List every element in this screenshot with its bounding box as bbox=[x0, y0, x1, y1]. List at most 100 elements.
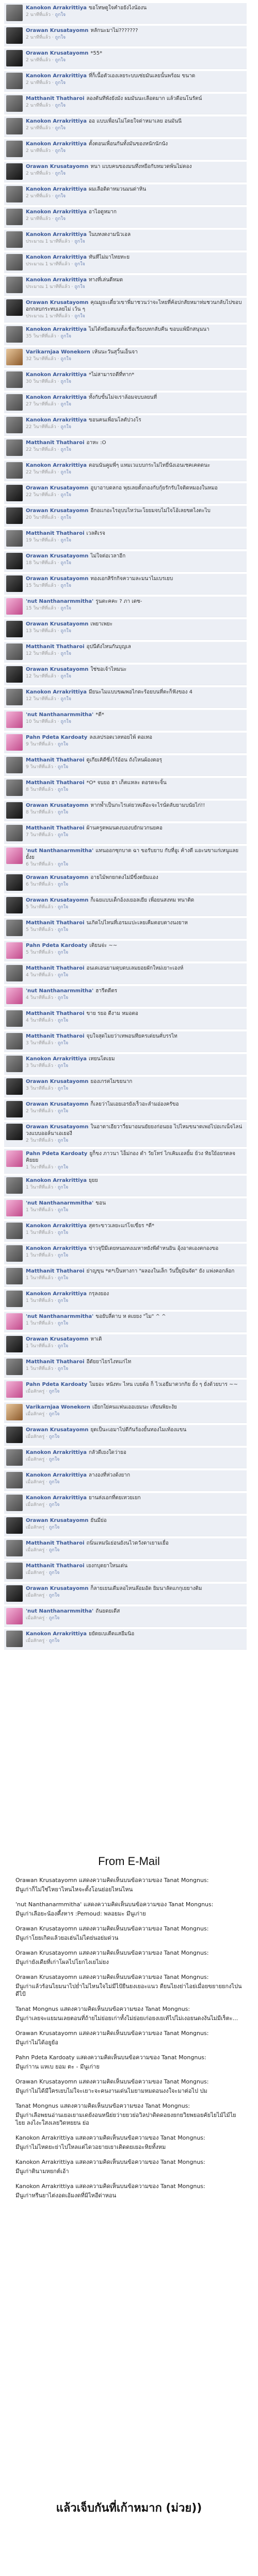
like-link[interactable]: ถูกใจ bbox=[58, 1208, 69, 1213]
like-link[interactable]: ถูกใจ bbox=[60, 493, 71, 498]
comment-author-link[interactable]: Kanokon Arrakrittiya bbox=[26, 1450, 87, 1455]
avatar[interactable] bbox=[6, 299, 23, 316]
avatar[interactable] bbox=[6, 530, 23, 547]
comment-author-link[interactable]: Kanokon Arrakrittiya bbox=[26, 395, 87, 400]
comment-author-link[interactable]: Kanokon Arrakrittiya bbox=[26, 141, 87, 147]
comment-author-link[interactable]: Orawan Krusatayomn bbox=[26, 1336, 88, 1342]
avatar[interactable] bbox=[6, 1010, 23, 1027]
comment-author-link[interactable]: Orawan Krusatayomn bbox=[26, 621, 88, 627]
like-link[interactable]: ถูกใจ bbox=[58, 862, 69, 867]
like-link[interactable]: ถูกใจ bbox=[60, 697, 71, 702]
avatar[interactable] bbox=[6, 118, 23, 134]
comment-author-link[interactable]: Orawan Krusatayomn bbox=[26, 1079, 88, 1084]
comment-author-link[interactable]: Kanokon Arrakrittiya bbox=[26, 1246, 87, 1251]
like-link[interactable]: ถูกใจ bbox=[58, 1253, 69, 1258]
like-link[interactable]: ถูกใจ bbox=[58, 927, 69, 933]
like-link[interactable]: ถูกใจ bbox=[58, 1276, 69, 1281]
comment-author-link[interactable]: Kanokon Arrakrittiya bbox=[26, 73, 87, 79]
comment-author-link[interactable]: Orawan Krusatayomn bbox=[26, 897, 88, 903]
like-link[interactable]: ถูกใจ bbox=[60, 515, 71, 520]
comment-author-link[interactable]: 'nut Nanthanarmmitha' bbox=[26, 712, 93, 718]
avatar[interactable] bbox=[6, 507, 23, 524]
avatar[interactable] bbox=[6, 575, 23, 592]
comment-author-link[interactable]: Orawan Krusatayomn bbox=[26, 485, 88, 491]
like-link[interactable]: ถูกใจ bbox=[58, 1321, 69, 1326]
avatar[interactable] bbox=[6, 1427, 23, 1443]
avatar[interactable] bbox=[6, 50, 23, 66]
comment-author-link[interactable]: 'nut Nanthanarmmitha' bbox=[26, 1200, 93, 1206]
comment-author-link[interactable]: Matthanit Thatharoi bbox=[26, 531, 85, 536]
comment-author-link[interactable]: Orawan Krusatayomn bbox=[26, 875, 88, 880]
comment-author-link[interactable]: 'nut Nanthanarmmitha' bbox=[26, 599, 93, 604]
avatar[interactable] bbox=[6, 394, 23, 411]
comment-author-link[interactable]: Pahn Pdeta Kardoaty bbox=[26, 735, 87, 740]
avatar[interactable] bbox=[6, 231, 23, 248]
comment-author-link[interactable]: 'nut Nanthanarmmitha' bbox=[26, 1608, 93, 1614]
like-link[interactable]: ถูกใจ bbox=[55, 171, 66, 176]
avatar[interactable] bbox=[6, 1223, 23, 1239]
comment-author-link[interactable]: Kanokon Arrakrittiya bbox=[26, 689, 87, 695]
comment-author-link[interactable]: Orawan Krusatayomn bbox=[26, 50, 88, 56]
like-link[interactable]: ถูกใจ bbox=[60, 561, 71, 566]
like-link[interactable]: ถูกใจ bbox=[55, 194, 66, 199]
like-link[interactable]: ถูกใจ bbox=[60, 674, 71, 679]
comment-author-link[interactable]: 'nut Nanthanarmmitha' bbox=[26, 988, 93, 994]
comment-author-link[interactable]: Varikarnjaa Wonekorn bbox=[26, 1404, 90, 1410]
avatar[interactable] bbox=[6, 1336, 23, 1352]
avatar[interactable] bbox=[6, 1124, 23, 1140]
comment-author-link[interactable]: Kanokon Arrakrittiya bbox=[26, 255, 87, 260]
like-link[interactable]: ถูกใจ bbox=[58, 1298, 69, 1303]
comment-author-link[interactable]: Orawan Krusatayomn bbox=[26, 1427, 88, 1433]
avatar[interactable] bbox=[6, 825, 23, 841]
avatar[interactable] bbox=[6, 417, 23, 433]
like-link[interactable]: ถูกใจ bbox=[58, 1018, 69, 1023]
comment-author-link[interactable]: Orawan Krusatayomn bbox=[26, 803, 88, 808]
comment-author-link[interactable]: Pahn Pdeta Kardoaty bbox=[26, 1382, 87, 1387]
like-link[interactable]: ถูกใจ bbox=[60, 402, 71, 407]
like-link[interactable]: ถูกใจ bbox=[49, 1412, 60, 1417]
avatar[interactable] bbox=[6, 1540, 23, 1556]
comment-author-link[interactable]: Kanokon Arrakrittiya bbox=[26, 5, 87, 11]
like-link[interactable]: ถูกใจ bbox=[58, 742, 69, 747]
comment-author-link[interactable]: 'nut Nanthanarmmitha' bbox=[26, 1314, 93, 1319]
comment-author-link[interactable]: Kanokon Arrakrittiya bbox=[26, 277, 87, 283]
like-link[interactable]: ถูกใจ bbox=[49, 1593, 60, 1598]
comment-author-link[interactable]: Matthanit Thatharoi bbox=[26, 644, 85, 650]
avatar[interactable] bbox=[6, 734, 23, 751]
avatar[interactable] bbox=[6, 326, 23, 343]
like-link[interactable]: ถูกใจ bbox=[58, 833, 69, 838]
like-link[interactable]: ถูกใจ bbox=[58, 1086, 69, 1091]
comment-author-link[interactable]: Kanokon Arrakrittiya bbox=[26, 417, 87, 423]
avatar[interactable] bbox=[6, 988, 23, 1004]
comment-author-link[interactable]: Matthanit Thatharoi bbox=[26, 825, 85, 831]
avatar[interactable] bbox=[6, 371, 23, 388]
comment-author-link[interactable]: Orawan Krusatayomn bbox=[26, 667, 88, 672]
avatar[interactable] bbox=[6, 439, 23, 456]
avatar[interactable] bbox=[6, 553, 23, 569]
avatar[interactable] bbox=[6, 689, 23, 705]
comment-author-link[interactable]: Varikarnjaa Wonekorn bbox=[26, 349, 90, 355]
like-link[interactable]: ถูกใจ bbox=[49, 1389, 60, 1394]
avatar[interactable] bbox=[6, 1359, 23, 1375]
avatar[interactable] bbox=[6, 349, 23, 365]
like-link[interactable]: ถูกใจ bbox=[49, 1570, 60, 1575]
like-link[interactable]: ถูกใจ bbox=[58, 1344, 69, 1349]
like-link[interactable]: ถูกใจ bbox=[60, 606, 71, 611]
comment-author-link[interactable]: Kanokon Arrakrittiya bbox=[26, 1223, 87, 1229]
comment-author-link[interactable]: Matthanit Thatharoi bbox=[26, 1268, 85, 1274]
like-link[interactable]: ถูกใจ bbox=[55, 126, 66, 131]
avatar[interactable] bbox=[6, 942, 23, 959]
comment-author-link[interactable]: Matthanit Thatharoi bbox=[26, 1563, 85, 1569]
comment-author-link[interactable]: Matthanit Thatharoi bbox=[26, 757, 85, 763]
comment-author-link[interactable]: Kanokon Arrakrittiya bbox=[26, 1291, 87, 1297]
avatar[interactable] bbox=[6, 848, 23, 864]
avatar[interactable] bbox=[6, 73, 23, 89]
avatar[interactable] bbox=[6, 802, 23, 819]
comment-author-link[interactable]: Orawan Krusatayomn bbox=[26, 28, 88, 33]
like-link[interactable]: ถูกใจ bbox=[60, 719, 71, 724]
like-link[interactable]: ถูกใจ bbox=[60, 629, 71, 634]
like-link[interactable]: ถูกใจ bbox=[58, 765, 69, 770]
like-link[interactable]: ถูกใจ bbox=[58, 1366, 69, 1371]
like-link[interactable]: ถูกใจ bbox=[55, 216, 66, 222]
comment-author-link[interactable]: Kanokon Arrakrittiya bbox=[26, 327, 87, 332]
